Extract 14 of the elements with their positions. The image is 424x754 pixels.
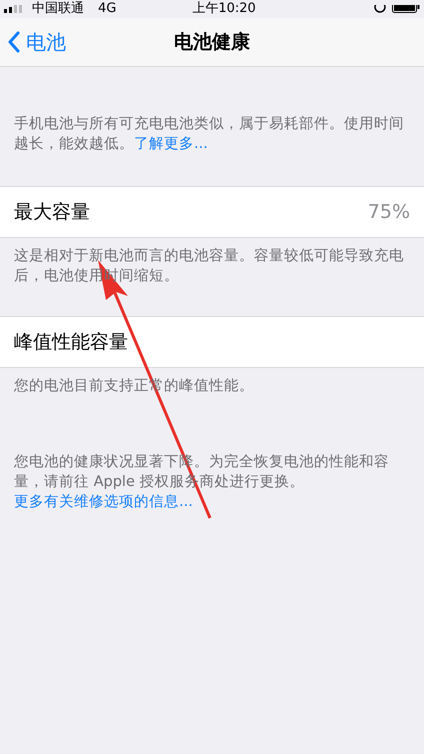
back-button[interactable]: 电池 <box>0 28 74 56</box>
network-type: 4G <box>98 1 116 17</box>
carrier-name: 中国联通 <box>32 1 84 17</box>
repair-info-link[interactable]: 更多有关维修选项的信息... <box>14 494 193 510</box>
screen-title: 电池健康 <box>174 30 250 55</box>
status-time: 上午10:20 <box>192 1 256 17</box>
battery-icon <box>392 5 420 13</box>
intro-paragraph: 手机电池与所有可充电电池类似，属于易耗部件。使用时间越长，能效越低。了解更多... <box>13 114 405 154</box>
learn-more-link[interactable]: 了解更多... <box>134 136 208 152</box>
row-label: 最大容量 <box>14 200 90 225</box>
row-value: 75% <box>368 201 410 223</box>
row-label: 峰值性能容量 <box>14 330 128 355</box>
chevron-left-icon <box>8 31 20 53</box>
rotation-lock-icon <box>374 5 386 13</box>
